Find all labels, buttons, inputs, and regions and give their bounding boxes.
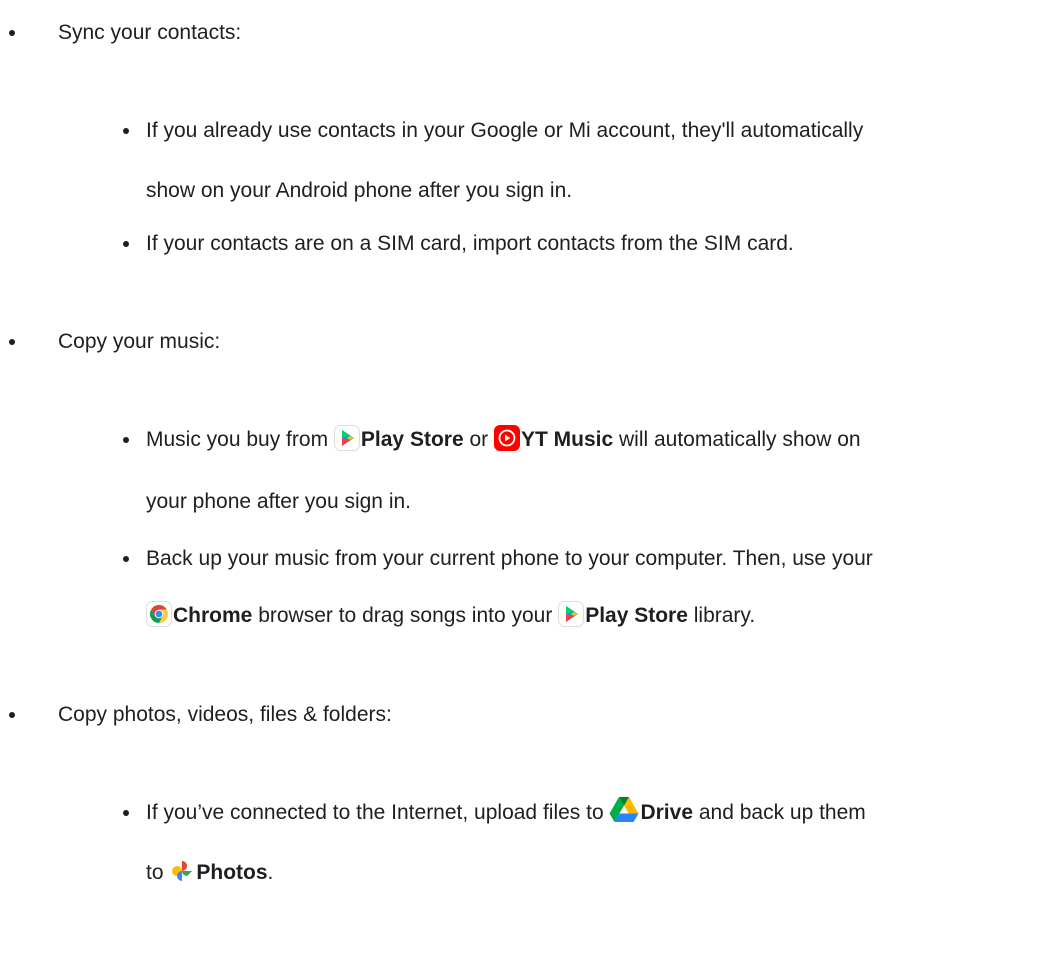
app-name: Photos [196,861,268,884]
list-item-line: If you’ve connected to the Internet, upl… [146,796,866,826]
list-item-line: your phone after you sign in. [146,487,411,517]
play-store-icon [558,601,585,636]
chrome-icon [146,601,172,636]
app-name: Drive [640,801,693,824]
app-name: Chrome [173,604,253,627]
bullet [9,712,15,718]
yt-music-icon [493,425,520,460]
item-text: or [463,428,494,451]
item-text: . [267,861,274,884]
play-store-icon [333,425,360,460]
item-text: will automatically show on [613,428,861,451]
bullet [123,241,129,247]
list-item-line: show on your Android phone after you sig… [146,176,572,206]
list-item-line: Chrome browser to drag songs into your P… [146,601,755,631]
item-text: Music you buy from [146,428,334,451]
section-heading: Sync your contacts: [58,18,241,48]
google-photos-icon [169,858,195,893]
bullet [123,810,129,816]
list-item-line: If your contacts are on a SIM card, impo… [146,229,794,259]
item-text: your phone after you sign in. [146,490,412,513]
bullet [9,339,15,345]
list-item-line: to Photos. [146,858,273,888]
google-drive-icon [609,796,639,832]
bullet [9,30,15,36]
heading-text: Copy your music: [58,330,221,353]
app-name: YT Music [520,428,614,451]
item-text: browser to drag songs into your [252,604,559,627]
app-name: Play Store [585,604,688,627]
item-text: If your contacts are on a SIM card, impo… [146,232,794,255]
section-heading: Copy your music: [58,327,220,357]
app-name: Play Store [360,428,464,451]
item-text: show on your Android phone after you sig… [146,179,573,202]
item-text: and back up them [693,801,866,824]
list-item-line: If you already use contacts in your Goog… [146,116,863,146]
item-text: Back up your music from your current pho… [146,547,873,570]
heading-text: Copy photos, videos, files & folders: [58,703,392,726]
item-text: library. [687,604,756,627]
item-text: If you’ve connected to the Internet, upl… [146,801,610,824]
section-heading: Copy photos, videos, files & folders: [58,700,392,730]
item-text: If you already use contacts in your Goog… [146,119,864,142]
bullet [123,556,129,562]
list-item-line: Back up your music from your current pho… [146,544,873,574]
item-text: to [146,861,170,884]
list-item-line: Music you buy from Play Store or YT Musi… [146,425,861,455]
heading-text: Sync your contacts: [58,21,242,44]
bullet [123,128,129,134]
bullet [123,437,129,443]
